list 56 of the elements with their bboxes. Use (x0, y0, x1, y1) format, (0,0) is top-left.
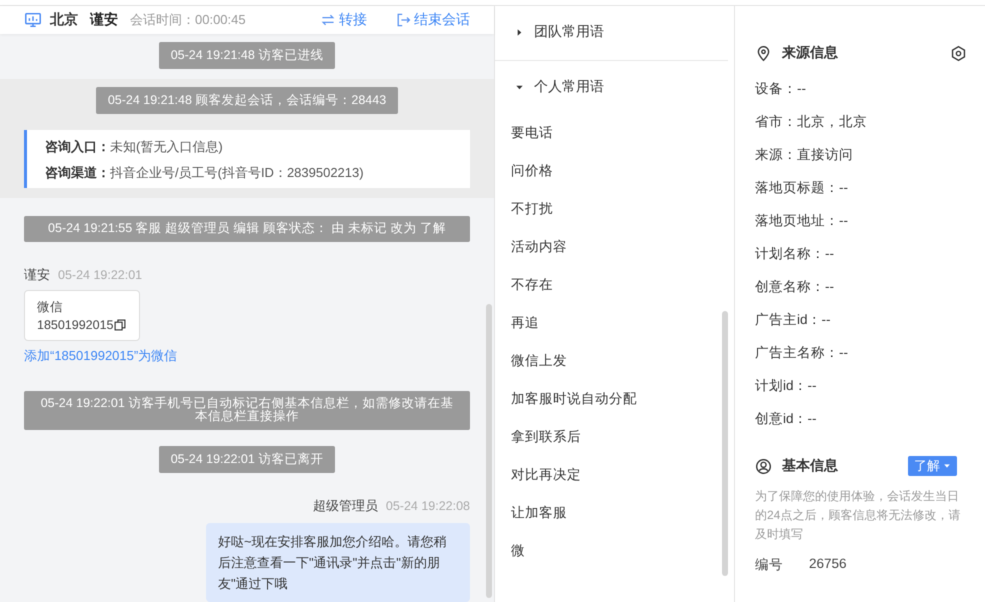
caret-down-icon (943, 462, 951, 470)
visitor-location: 北京 (50, 10, 78, 29)
notice-text: 为了保障您的使用体验，会话发生当日的24点之后，顾客信息将无法修改，请及时填写 (755, 488, 962, 543)
field-value: 26756 (809, 556, 847, 573)
phrase-item[interactable]: 不存在 (511, 266, 718, 304)
section-title: 基本信息 (782, 457, 838, 475)
field-label: 编号 (755, 556, 783, 574)
scrollbar[interactable] (486, 304, 492, 598)
transfer-button[interactable]: 转接 (320, 10, 367, 29)
sender-name: 超级管理员 (312, 497, 378, 515)
info-field: 省市：北京，北京 (755, 114, 867, 129)
system-notice: 05-24 19:21:48 访客已进线 (158, 42, 336, 69)
entry-info: 咨询入口：未知(暂无入口信息) (45, 138, 224, 156)
section-title: 来源信息 (782, 44, 838, 62)
phrase-item[interactable]: 对比再决定 (511, 456, 718, 494)
phrase-item[interactable]: 微信上发 (511, 342, 718, 380)
phrase-item[interactable]: 拿到联系后 (511, 418, 718, 456)
info-field: 计划名称：-- (755, 246, 834, 261)
phrase-item[interactable]: 微 (511, 532, 718, 570)
system-notice: 05-24 19:21:55 客服 超级管理员 编辑 顾客状态： 由 未标记 改为 了解 (24, 216, 470, 242)
phrase-item[interactable]: 活动内容 (511, 228, 718, 266)
info-field: 计划id：-- (755, 378, 816, 393)
info-field: 落地页标题：-- (755, 180, 848, 195)
system-notice: 05-24 19:22:01 访客已离开 (158, 446, 336, 473)
user-circle-icon (755, 458, 772, 474)
system-notice: 05-24 19:22:01 访客手机号已自动标记右侧基本信息栏，如需修改请在基本信息栏直接操作 (24, 390, 470, 430)
session-time: 会话时间：00:00:45 (130, 10, 246, 29)
location-pin-icon (755, 44, 772, 62)
card-title: 微信 (37, 298, 64, 316)
visitor-name: 谨安 (90, 10, 118, 29)
info-field: 来源：直接访问 (755, 147, 853, 162)
info-field: 创意id：-- (755, 411, 816, 426)
message-time: 05-24 19:22:01 (58, 268, 142, 282)
info-field: 设备：-- (755, 81, 806, 96)
info-field: 落地页地址：-- (755, 213, 848, 228)
exit-icon (395, 12, 411, 28)
phrase-item[interactable]: 问价格 (511, 152, 718, 190)
copy-icon[interactable] (113, 318, 128, 332)
scrollbar[interactable] (722, 311, 728, 576)
card-value: 18501992015 (37, 318, 114, 332)
entry-info: 咨询渠道：抖音企业号/员工号(抖音号ID：2839502213) (45, 164, 365, 182)
message-time: 05-24 19:22:08 (386, 499, 470, 513)
end-session-button[interactable]: 结束会话 (395, 10, 470, 29)
message-bubble: 好哒~现在安排客服加您介绍哈。请您稍后注意查看一下"通讯录"并点击"新的朋友"通过下哦 (206, 523, 470, 602)
info-field: 创意名称：-- (755, 279, 834, 294)
info-field: 广告主名称：-- (755, 345, 848, 360)
sender-name: 谨安 (24, 266, 50, 284)
phrase-item[interactable]: 加客服时说自动分配 (511, 380, 718, 418)
phrase-item[interactable]: 不打扰 (511, 190, 718, 228)
phrase-item[interactable]: 让加客服 (511, 494, 718, 532)
info-field: 广告主id：-- (755, 312, 830, 327)
settings-icon[interactable] (950, 44, 967, 62)
monitor-icon (24, 10, 42, 29)
system-notice: 05-24 19:21:48 顾客发起会话，会话编号：28443 (96, 86, 398, 114)
phrase-item[interactable]: 再追 (511, 304, 718, 342)
phrase-item[interactable]: 要电话 (511, 114, 718, 152)
